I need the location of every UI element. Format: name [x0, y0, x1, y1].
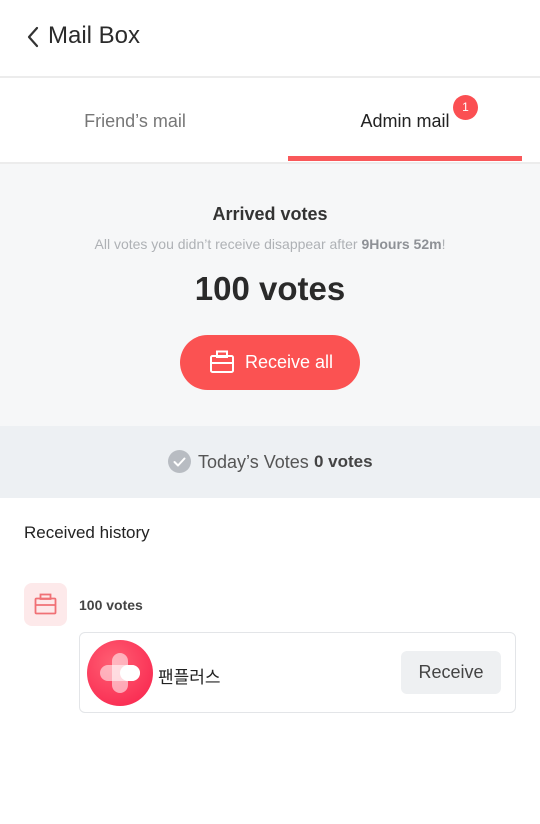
todays-votes-label: Today’s Votes	[198, 452, 309, 472]
receive-all-label: Receive all	[245, 352, 334, 372]
tab-label: Friend’s mail	[84, 111, 186, 131]
tab-label: Admin mail	[360, 111, 450, 131]
fanplus-logo-icon	[87, 640, 153, 706]
receive-all-button[interactable]: Receive all	[180, 335, 360, 390]
total-votes: 100 votes	[194, 270, 346, 307]
todays-votes-bar: Today’s Votes 0 votes	[0, 426, 540, 498]
unread-badge: 1	[453, 95, 478, 120]
expiry-suffix: !	[441, 236, 446, 252]
receive-button[interactable]: Receive	[401, 651, 501, 694]
tab-admin-mail[interactable]: Admin mail 1	[270, 80, 540, 162]
back-button[interactable]	[22, 24, 44, 50]
header: Mail Box	[0, 0, 540, 78]
mailbox-icon	[24, 583, 67, 626]
expiry-time: 9Hours 52m	[361, 236, 442, 252]
expiry-notice: All votes you didn’t receive disappear a…	[0, 236, 540, 252]
history-item-card: 팬플러스 Receive	[79, 632, 516, 713]
summary-title: Arrived votes	[212, 204, 328, 224]
tab-bar: Friend’s mail Admin mail 1	[0, 80, 540, 164]
history-item-votes: 100 votes	[79, 597, 143, 613]
todays-votes-value: 0 votes	[314, 452, 373, 471]
arrived-votes-panel: Arrived votes All votes you didn’t recei…	[0, 164, 540, 426]
mailbox-icon	[209, 350, 235, 379]
tab-friends-mail[interactable]: Friend’s mail	[0, 80, 270, 162]
chevron-left-icon	[27, 26, 39, 48]
page-title: Mail Box	[48, 22, 141, 49]
sender-name: 팬플러스	[158, 668, 221, 688]
expiry-prefix: All votes you didn’t receive disappear a…	[94, 236, 362, 252]
check-circle-icon	[168, 450, 191, 473]
received-history-heading: Received history	[24, 523, 150, 542]
active-tab-indicator	[288, 156, 522, 161]
